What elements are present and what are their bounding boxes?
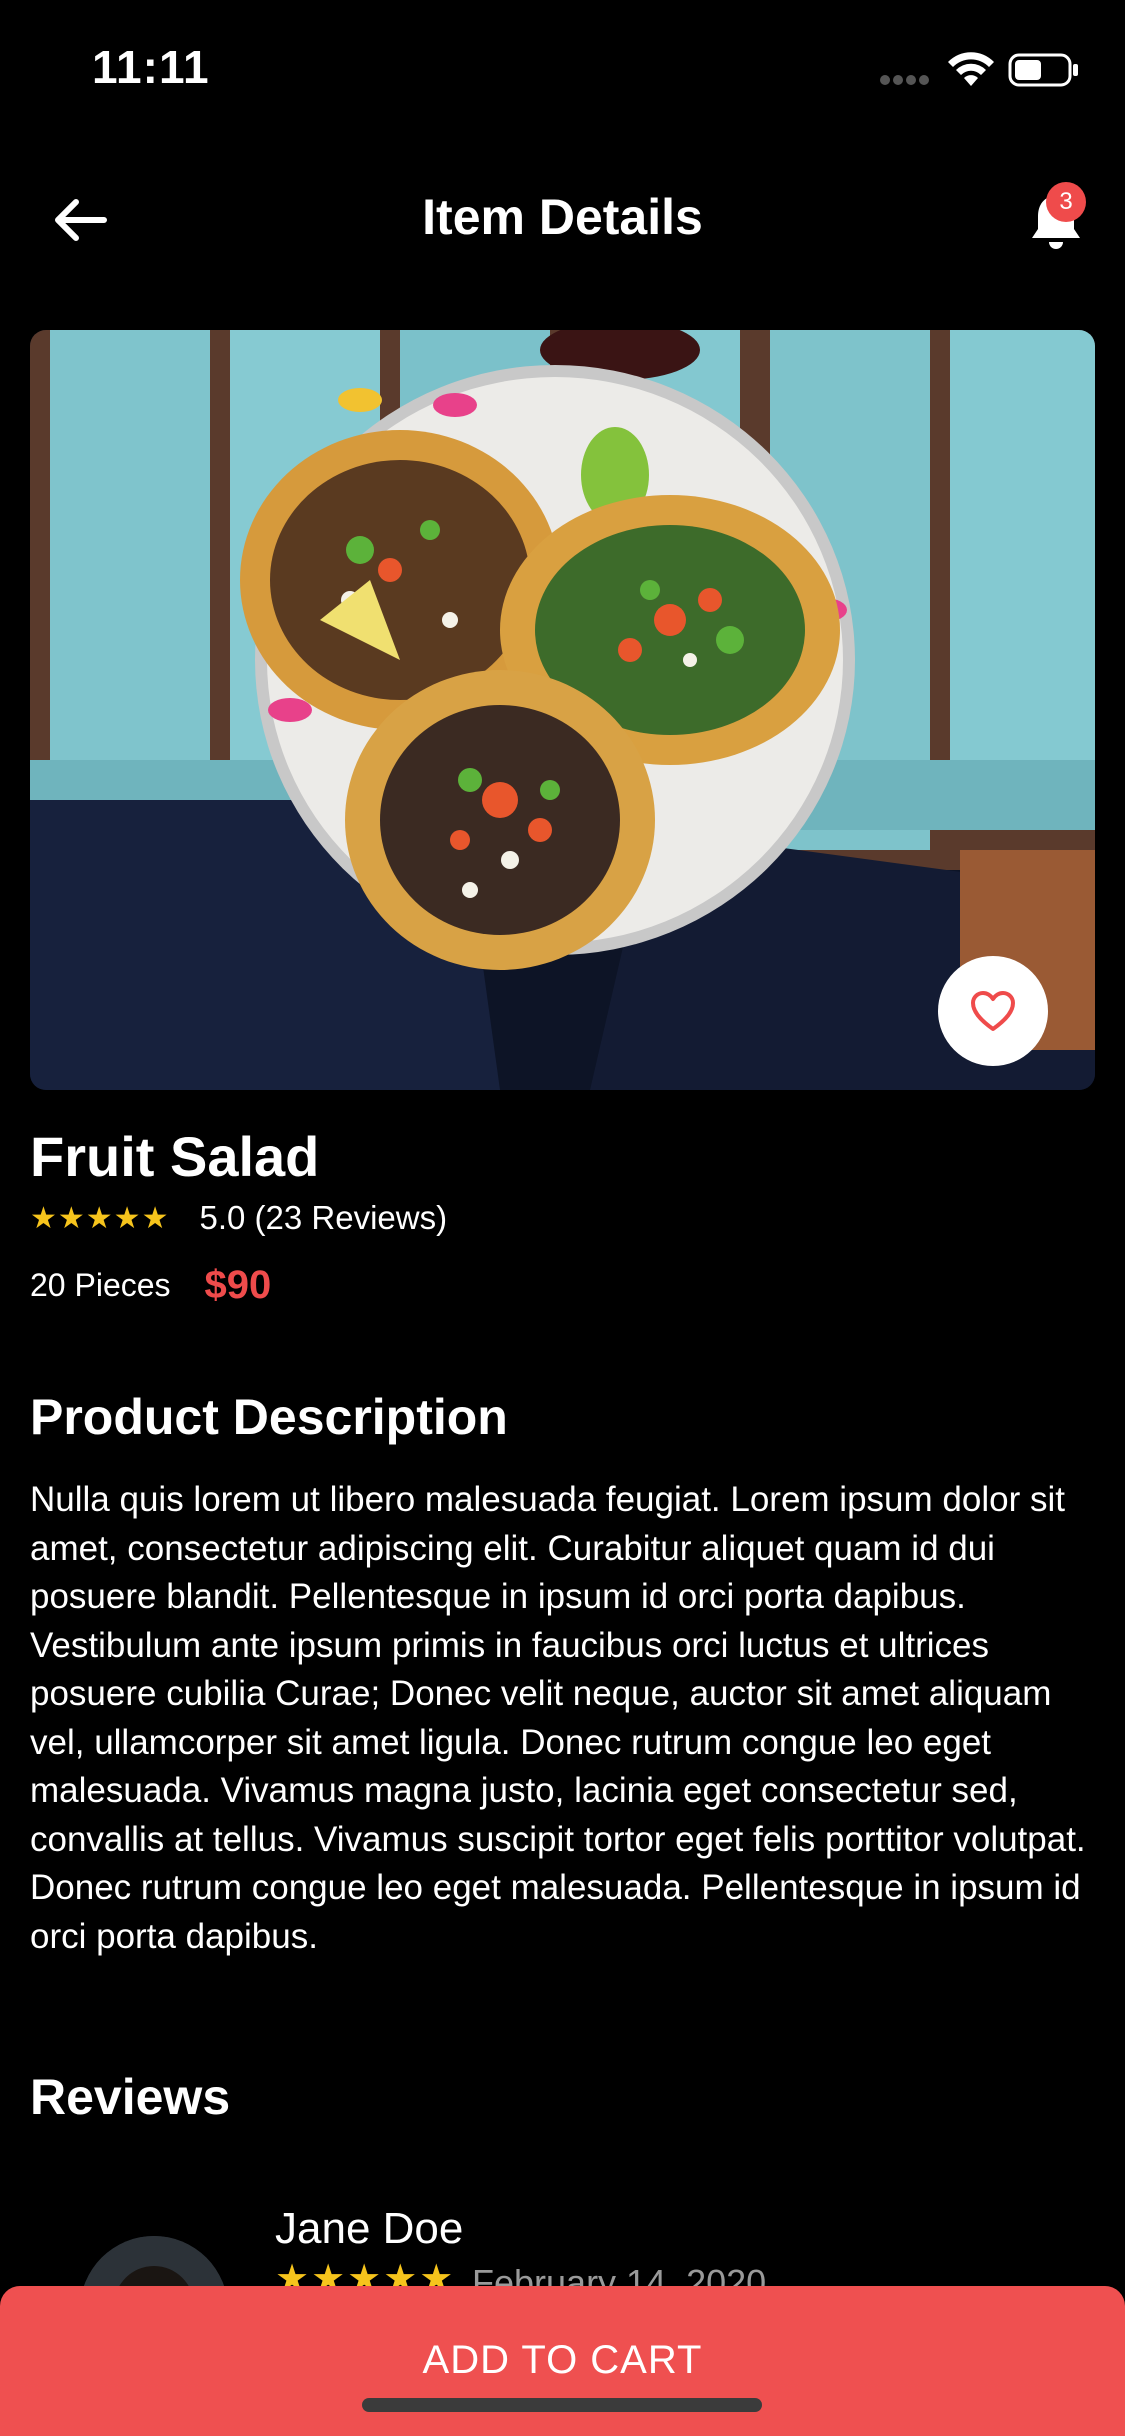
battery-icon: [1008, 53, 1078, 87]
status-bar: 11:11: [0, 0, 1125, 130]
cellular-signal-icon: [880, 72, 934, 85]
rating-row: ★★★★★ 5.0 (23 Reviews): [30, 1196, 447, 1240]
page-title: Item Details: [422, 189, 703, 245]
heart-icon: [971, 991, 1015, 1031]
reviews-title: Reviews: [30, 2069, 231, 2125]
add-to-cart-label: ADD TO CART: [422, 2338, 703, 2382]
add-to-cart-button[interactable]: ADD TO CART: [0, 2286, 1125, 2436]
notification-badge: 3: [1046, 182, 1086, 222]
description-title: Product Description: [30, 1389, 508, 1445]
rating-text: 5.0 (23 Reviews): [199, 1199, 448, 1236]
reviewer-name: Jane Doe: [275, 2204, 464, 2253]
piece-count: 20 Pieces: [30, 1266, 171, 1303]
product-name: Fruit Salad: [30, 1125, 320, 1188]
nav-bar: Item Details: [0, 160, 1125, 280]
favorite-button[interactable]: [938, 956, 1048, 1066]
product-price: $90: [204, 1262, 272, 1307]
rating-stars: ★★★★★: [30, 1201, 170, 1235]
status-time: 11:11: [92, 41, 210, 93]
home-indicator: [362, 2398, 762, 2412]
product-meta: 20 Pieces $90: [30, 1260, 271, 1310]
description-text: Nulla quis lorem ut libero malesuada feu…: [30, 1480, 1086, 1956]
wifi-icon: [948, 52, 994, 86]
product-image: [30, 330, 1095, 1090]
